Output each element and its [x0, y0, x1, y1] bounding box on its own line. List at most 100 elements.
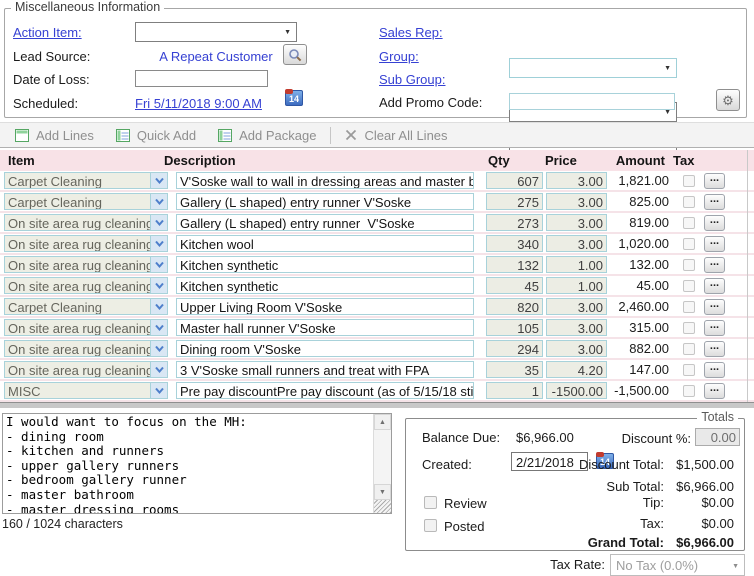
price-input[interactable]: 3.00: [546, 193, 607, 210]
description-input[interactable]: Gallery (L shaped) entry runner V'Soske: [176, 193, 474, 210]
item-dropdown-button[interactable]: [151, 298, 168, 315]
description-input[interactable]: Gallery (L shaped) entry runner V'Soske: [176, 214, 474, 231]
action-item-select[interactable]: ▼: [135, 22, 297, 42]
sales-rep-link[interactable]: Sales Rep:: [379, 25, 443, 40]
line-options-button[interactable]: ...: [704, 278, 725, 294]
line-options-button[interactable]: ...: [704, 341, 725, 357]
item-combobox[interactable]: On site area rug cleaning: [4, 319, 151, 336]
scroll-up-icon[interactable]: ▲: [374, 414, 391, 430]
created-input[interactable]: 2/21/2018: [511, 452, 588, 471]
add-package-button[interactable]: Add Package: [207, 123, 327, 147]
item-combobox[interactable]: MISC: [4, 382, 151, 399]
review-checkbox[interactable]: [424, 496, 437, 509]
description-input[interactable]: Kitchen synthetic: [176, 256, 474, 273]
chevron-down-icon: [155, 366, 164, 373]
scheduled-link[interactable]: Fri 5/11/2018 9:00 AM: [135, 96, 262, 111]
item-dropdown-button[interactable]: [151, 319, 168, 336]
line-options-button[interactable]: ...: [704, 173, 725, 189]
item-dropdown-button[interactable]: [151, 235, 168, 252]
item-dropdown-button[interactable]: [151, 382, 168, 399]
item-combobox[interactable]: On site area rug cleaning: [4, 277, 151, 294]
item-combobox[interactable]: On site area rug cleaning: [4, 256, 151, 273]
qty-input[interactable]: 132: [486, 256, 543, 273]
price-input[interactable]: -1500.00: [546, 382, 607, 399]
item-dropdown-button[interactable]: [151, 214, 168, 231]
sub-group-link[interactable]: Sub Group:: [379, 72, 446, 87]
line-options-button[interactable]: ...: [704, 236, 725, 252]
chevron-down-icon: [155, 198, 164, 205]
clear-all-lines-button[interactable]: Clear All Lines: [334, 123, 458, 147]
chevron-down-icon: [155, 324, 164, 331]
qty-input[interactable]: 35: [486, 361, 543, 378]
resize-grip[interactable]: [374, 500, 391, 513]
item-combobox[interactable]: On site area rug cleaning: [4, 235, 151, 252]
notes-text[interactable]: I would want to focus on the MH: - dinin…: [3, 414, 373, 513]
description-input[interactable]: V'Soske wall to wall in dressing areas a…: [176, 172, 474, 189]
price-input[interactable]: 3.00: [546, 319, 607, 336]
item-combobox[interactable]: On site area rug cleaning: [4, 361, 151, 378]
item-dropdown-button[interactable]: [151, 361, 168, 378]
qty-input[interactable]: 294: [486, 340, 543, 357]
price-input[interactable]: 4.20: [546, 361, 607, 378]
qty-input[interactable]: 45: [486, 277, 543, 294]
group-link[interactable]: Group:: [379, 49, 419, 64]
description-input[interactable]: 3 V'Soske small runners and treat with F…: [176, 361, 474, 378]
scroll-down-icon[interactable]: ▼: [374, 484, 391, 500]
item-combobox[interactable]: On site area rug cleaning: [4, 214, 151, 231]
item-dropdown-button[interactable]: [151, 172, 168, 189]
scroll-track[interactable]: [374, 430, 391, 484]
description-input[interactable]: Pre pay discountPre pay discount (as of …: [176, 382, 474, 399]
qty-input[interactable]: 1: [486, 382, 543, 399]
line-options-button[interactable]: ...: [704, 299, 725, 315]
promo-settings-button[interactable]: ⚙: [716, 89, 740, 111]
item-dropdown-button[interactable]: [151, 193, 168, 210]
description-input[interactable]: Dining room V'Soske: [176, 340, 474, 357]
description-input[interactable]: Kitchen wool: [176, 235, 474, 252]
lead-source-lookup-button[interactable]: [283, 44, 307, 65]
price-input[interactable]: 3.00: [546, 340, 607, 357]
description-input[interactable]: Master hall runner V'Soske: [176, 319, 474, 336]
discount-total-row: Discount Total: $1,500.00: [579, 457, 734, 472]
qty-input[interactable]: 820: [486, 298, 543, 315]
price-input[interactable]: 3.00: [546, 235, 607, 252]
qty-input[interactable]: 275: [486, 193, 543, 210]
action-item-link[interactable]: Action Item:: [13, 25, 82, 40]
item-dropdown-button[interactable]: [151, 277, 168, 294]
add-lines-icon: [15, 129, 29, 142]
qty-input[interactable]: 340: [486, 235, 543, 252]
price-input[interactable]: 3.00: [546, 214, 607, 231]
lead-source-value: A Repeat Customer: [135, 49, 297, 64]
date-of-loss-input[interactable]: [135, 70, 268, 87]
promo-code-input[interactable]: [509, 93, 675, 110]
item-combobox[interactable]: Carpet Cleaning: [4, 298, 151, 315]
line-options-button[interactable]: ...: [704, 362, 725, 378]
quick-add-button[interactable]: Quick Add: [105, 123, 207, 147]
line-options-button[interactable]: ...: [704, 320, 725, 336]
item-combobox[interactable]: On site area rug cleaning: [4, 340, 151, 357]
posted-checkbox[interactable]: [424, 519, 437, 532]
date-of-loss-calendar-icon[interactable]: 14: [285, 90, 303, 106]
description-input[interactable]: Upper Living Room V'Soske: [176, 298, 474, 315]
qty-input[interactable]: 607: [486, 172, 543, 189]
item-dropdown-button[interactable]: [151, 256, 168, 273]
qty-input[interactable]: 273: [486, 214, 543, 231]
totals-legend: Totals: [697, 410, 738, 424]
price-input[interactable]: 1.00: [546, 277, 607, 294]
line-options-button[interactable]: ...: [704, 383, 725, 399]
line-options-button[interactable]: ...: [704, 194, 725, 210]
line-options-button[interactable]: ...: [704, 257, 725, 273]
item-combobox[interactable]: Carpet Cleaning: [4, 172, 151, 189]
item-combobox[interactable]: Carpet Cleaning: [4, 193, 151, 210]
add-lines-button[interactable]: Add Lines: [4, 123, 105, 147]
price-input[interactable]: 3.00: [546, 172, 607, 189]
qty-input[interactable]: 105: [486, 319, 543, 336]
gear-icon: ⚙: [722, 94, 734, 107]
price-input[interactable]: 3.00: [546, 298, 607, 315]
line-options-button[interactable]: ...: [704, 215, 725, 231]
notes-scrollbar[interactable]: ▲ ▼: [373, 414, 391, 513]
table-row: On site area rug cleaning 3 V'Soske smal…: [0, 360, 754, 381]
sales-rep-select[interactable]: ▼: [509, 58, 677, 78]
item-dropdown-button[interactable]: [151, 340, 168, 357]
price-input[interactable]: 1.00: [546, 256, 607, 273]
description-input[interactable]: Kitchen synthetic: [176, 277, 474, 294]
